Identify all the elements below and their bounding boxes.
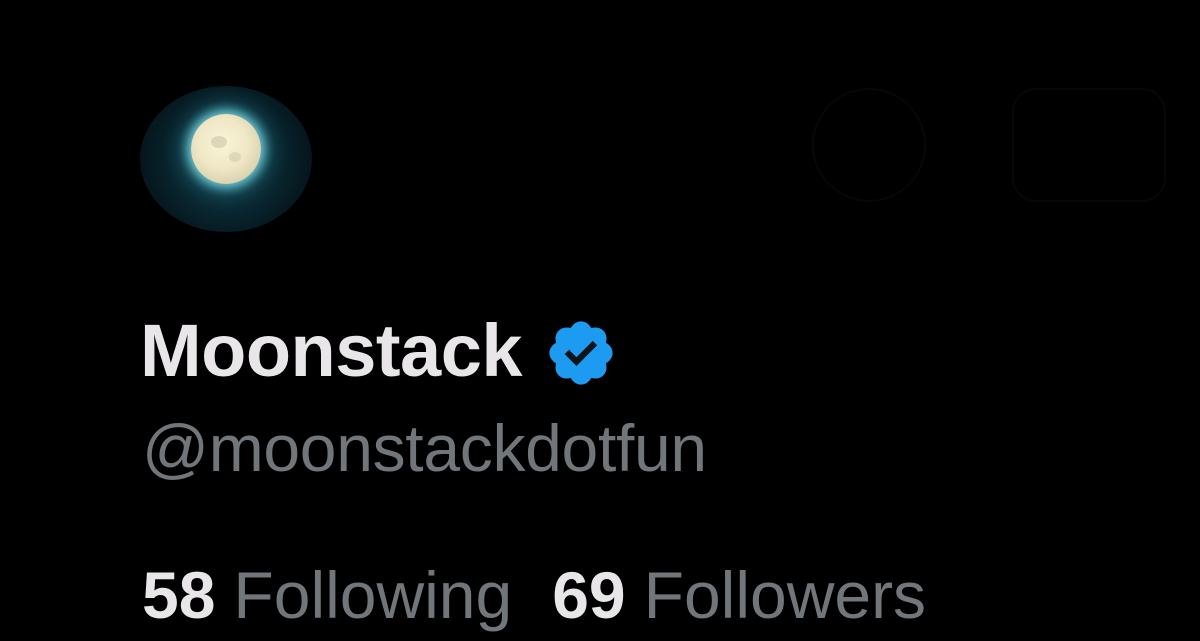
name-row: Moonstack (140, 308, 618, 394)
followers-count: 69 (552, 558, 626, 632)
moon-icon (191, 114, 261, 184)
profile-handle: @moonstackdotfun (142, 411, 707, 485)
profile-actions (812, 88, 1172, 202)
followers-stat[interactable]: 69 Followers (552, 555, 926, 635)
more-options-button[interactable] (812, 88, 926, 202)
verified-badge-icon[interactable] (544, 316, 618, 390)
followers-label: Followers (643, 558, 927, 632)
follow-button[interactable] (1012, 88, 1166, 202)
profile-page: Moonstack @moonstackdotfun 58 Following … (0, 0, 1200, 641)
following-stat[interactable]: 58 Following (142, 555, 512, 635)
following-label: Following (233, 558, 513, 632)
following-count: 58 (142, 558, 216, 632)
profile-stats: 58 Following 69 Followers (142, 555, 966, 635)
display-name: Moonstack (140, 309, 523, 392)
profile-avatar[interactable] (140, 86, 312, 232)
